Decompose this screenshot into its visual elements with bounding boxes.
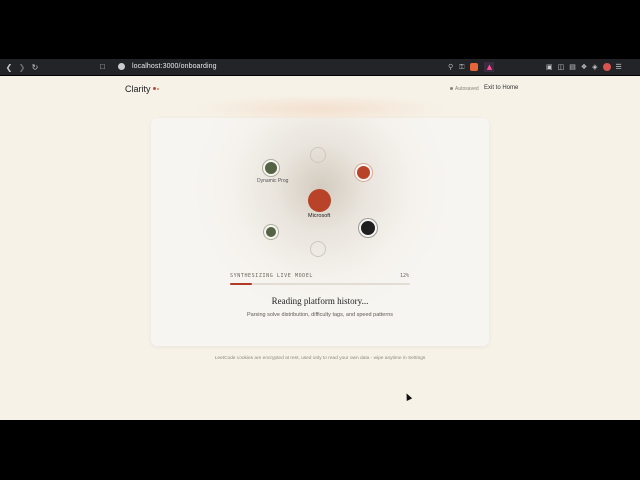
- address-bar-actions: ⚲ ⚿ ▲: [448, 61, 495, 73]
- profile-avatar[interactable]: [602, 63, 611, 71]
- brand-logo[interactable]: Clarity: [125, 84, 151, 94]
- autosaved-status: Autosaved: [450, 86, 479, 92]
- node-microsoft[interactable]: [308, 189, 331, 212]
- page: Clarity Autosaved Exit to Home Dynamic P…: [0, 76, 640, 420]
- progress-fill: [230, 283, 252, 285]
- progress-percent: 12%: [400, 273, 410, 279]
- menu-icon[interactable]: ☰: [616, 63, 622, 71]
- app-header: Clarity Autosaved Exit to Home: [0, 76, 640, 102]
- vpn-icon[interactable]: ◈: [592, 63, 597, 71]
- node-orange[interactable]: [355, 164, 372, 181]
- status-subtext: Parsing solve distribution, difficulty t…: [246, 312, 394, 318]
- node-dynamic-prog[interactable]: [263, 160, 279, 176]
- brave-rewards-icon[interactable]: ▲: [484, 62, 495, 72]
- reload-button[interactable]: ↻: [29, 60, 41, 74]
- node-green-small[interactable]: [264, 225, 278, 239]
- status-heading: Reading platform history...: [271, 296, 369, 306]
- progress-track: [230, 283, 410, 285]
- brave-shield-icon[interactable]: [470, 63, 479, 71]
- puzzle-icon[interactable]: ❖: [581, 63, 587, 71]
- onboarding-card: Dynamic Prog Microsoft SYNTHESIZING LIVE…: [151, 118, 489, 346]
- extensions-icon[interactable]: ▣: [546, 63, 553, 71]
- key-icon[interactable]: ⚿: [459, 63, 464, 72]
- node-black[interactable]: [359, 219, 377, 237]
- tab-icon[interactable]: ▤: [569, 63, 576, 71]
- node-dynamic-prog-label: Dynamic Prog: [257, 178, 289, 184]
- extensions-area: ▣ ◫ ▤ ❖ ◈ ☰: [546, 61, 622, 73]
- privacy-footnote: LeetCode cookies are encrypted at rest, …: [214, 356, 426, 361]
- node-bottom-empty[interactable]: [310, 241, 326, 257]
- bookmark-icon[interactable]: □: [100, 61, 110, 73]
- node-top-empty[interactable]: [310, 147, 326, 163]
- mouse-cursor-icon: [403, 392, 413, 401]
- url-text[interactable]: localhost:3000/onboarding: [132, 61, 217, 73]
- exit-to-home-link[interactable]: Exit to Home: [484, 85, 518, 91]
- zoom-icon[interactable]: ⚲: [448, 63, 453, 71]
- back-button[interactable]: ❮: [3, 60, 15, 74]
- progress-label: SYNTHESIZING LIVE MODEL: [230, 273, 314, 279]
- forward-button[interactable]: ❯: [16, 60, 28, 74]
- site-info-icon[interactable]: [118, 63, 125, 70]
- brand-dot-small-icon: [157, 88, 159, 90]
- screen: ❮ ❯ ↻ □ localhost:3000/onboarding ⚲ ⚿ ▲ …: [0, 0, 640, 480]
- brand-dot-icon: [153, 87, 156, 90]
- node-microsoft-label: Microsoft: [308, 213, 331, 219]
- sidebar-icon[interactable]: ◫: [558, 63, 565, 71]
